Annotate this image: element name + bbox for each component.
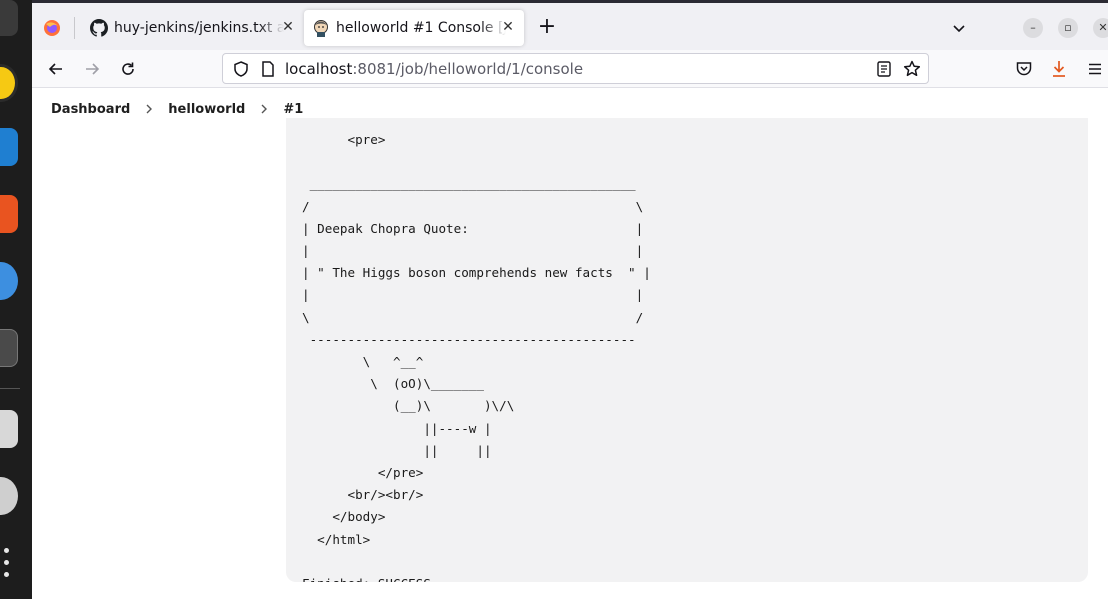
console-line: <pre> — [302, 132, 386, 147]
close-tab-icon[interactable]: ✕ — [280, 19, 296, 35]
url-text[interactable]: localhost:8081/job/helloworld/1/console — [285, 60, 583, 78]
show-apps-icon[interactable] — [4, 548, 12, 582]
files-app-icon[interactable] — [0, 0, 18, 36]
breadcrumb-job[interactable]: helloworld — [168, 102, 245, 117]
url-path: :8081/job/helloworld/1/console — [352, 60, 584, 78]
close-tab-icon[interactable]: ✕ — [500, 19, 516, 35]
ubuntu-dock — [0, 0, 32, 599]
breadcrumb-dashboard[interactable]: Dashboard — [51, 102, 130, 117]
console-line: / \ — [302, 198, 644, 214]
console-line: ----------------------------------------… — [302, 331, 636, 347]
chevron-right-icon — [144, 102, 154, 116]
help-icon[interactable] — [0, 262, 18, 300]
tab-label: huy-jenkins/jenkins.txt at — [114, 20, 284, 36]
writer-icon[interactable] — [0, 128, 18, 166]
github-icon — [90, 19, 109, 37]
console-line: \ ^__^ — [302, 354, 424, 370]
pocket-icon[interactable] — [1015, 60, 1033, 78]
dock-separator — [0, 388, 20, 389]
close-window-button[interactable]: ✕ — [1093, 18, 1108, 38]
rhythmbox-icon[interactable] — [0, 64, 18, 102]
tab-label: helloworld #1 Console [Je — [336, 20, 506, 36]
reader-view-icon[interactable] — [876, 60, 892, 78]
page-info-icon[interactable] — [260, 60, 276, 78]
tab-separator — [74, 17, 75, 39]
tab-strip: huy-jenkins/jenkins.txt at ✕ helloworld … — [32, 0, 1108, 50]
restore-button[interactable]: ▫ — [1058, 18, 1078, 38]
address-bar[interactable]: localhost:8081/job/helloworld/1/console — [222, 53, 929, 84]
bookmark-star-icon[interactable] — [902, 59, 922, 79]
navigation-toolbar: localhost:8081/job/helloworld/1/console — [32, 50, 1108, 88]
console-line: Finished: SUCCESS — [302, 573, 651, 582]
tracking-protection-shield-icon[interactable] — [232, 60, 250, 78]
back-button[interactable] — [43, 56, 69, 82]
forward-arrow-icon — [86, 63, 100, 75]
terminal-icon[interactable] — [0, 329, 18, 367]
firefox-view-icon[interactable] — [42, 18, 62, 38]
reload-icon — [122, 62, 134, 75]
console-line: (__)\ )\/\ — [302, 398, 515, 414]
url-host: localhost — [285, 60, 353, 78]
back-arrow-icon — [48, 63, 62, 75]
tab-github[interactable]: huy-jenkins/jenkins.txt at ✕ — [82, 10, 304, 46]
tab-console[interactable]: helloworld #1 Console [Je ✕ — [304, 10, 524, 46]
console-output-text: <pre> __________________________________… — [302, 129, 651, 582]
console-line: ||----w | — [302, 420, 492, 436]
minimize-button[interactable]: – — [1023, 18, 1043, 38]
trash-icon[interactable] — [0, 410, 18, 448]
reload-button[interactable] — [115, 56, 141, 82]
browser-window: huy-jenkins/jenkins.txt at ✕ helloworld … — [32, 0, 1108, 599]
downloads-icon[interactable] — [1050, 59, 1068, 79]
console-line: </pre> — [302, 465, 424, 481]
breadcrumb-build[interactable]: #1 — [283, 102, 303, 117]
console-line: ________________________________________… — [302, 176, 636, 192]
list-all-tabs-icon[interactable] — [950, 19, 968, 37]
console-line: <br/><br/> — [302, 487, 424, 503]
console-line: | Deepak Chopra Quote: | — [302, 220, 644, 236]
new-tab-icon[interactable]: + — [536, 16, 558, 38]
chevron-right-icon — [259, 102, 269, 116]
forward-button[interactable] — [79, 56, 105, 82]
console-output-panel: <pre> __________________________________… — [286, 118, 1088, 582]
console-line: \ (oO)\_______ — [302, 376, 484, 392]
console-line: </body> — [302, 509, 386, 525]
console-line: </html> — [302, 531, 371, 547]
console-line: | " The Higgs boson comprehends new fact… — [302, 265, 651, 281]
console-line: \ / — [302, 309, 644, 325]
console-line: || || — [302, 442, 492, 458]
hamburger-menu-icon[interactable] — [1086, 60, 1104, 78]
console-line: | | — [302, 243, 644, 259]
jenkins-icon — [312, 19, 330, 37]
console-line: | | — [302, 287, 644, 303]
software-center-icon[interactable] — [0, 195, 18, 233]
disc-icon[interactable] — [0, 477, 18, 515]
